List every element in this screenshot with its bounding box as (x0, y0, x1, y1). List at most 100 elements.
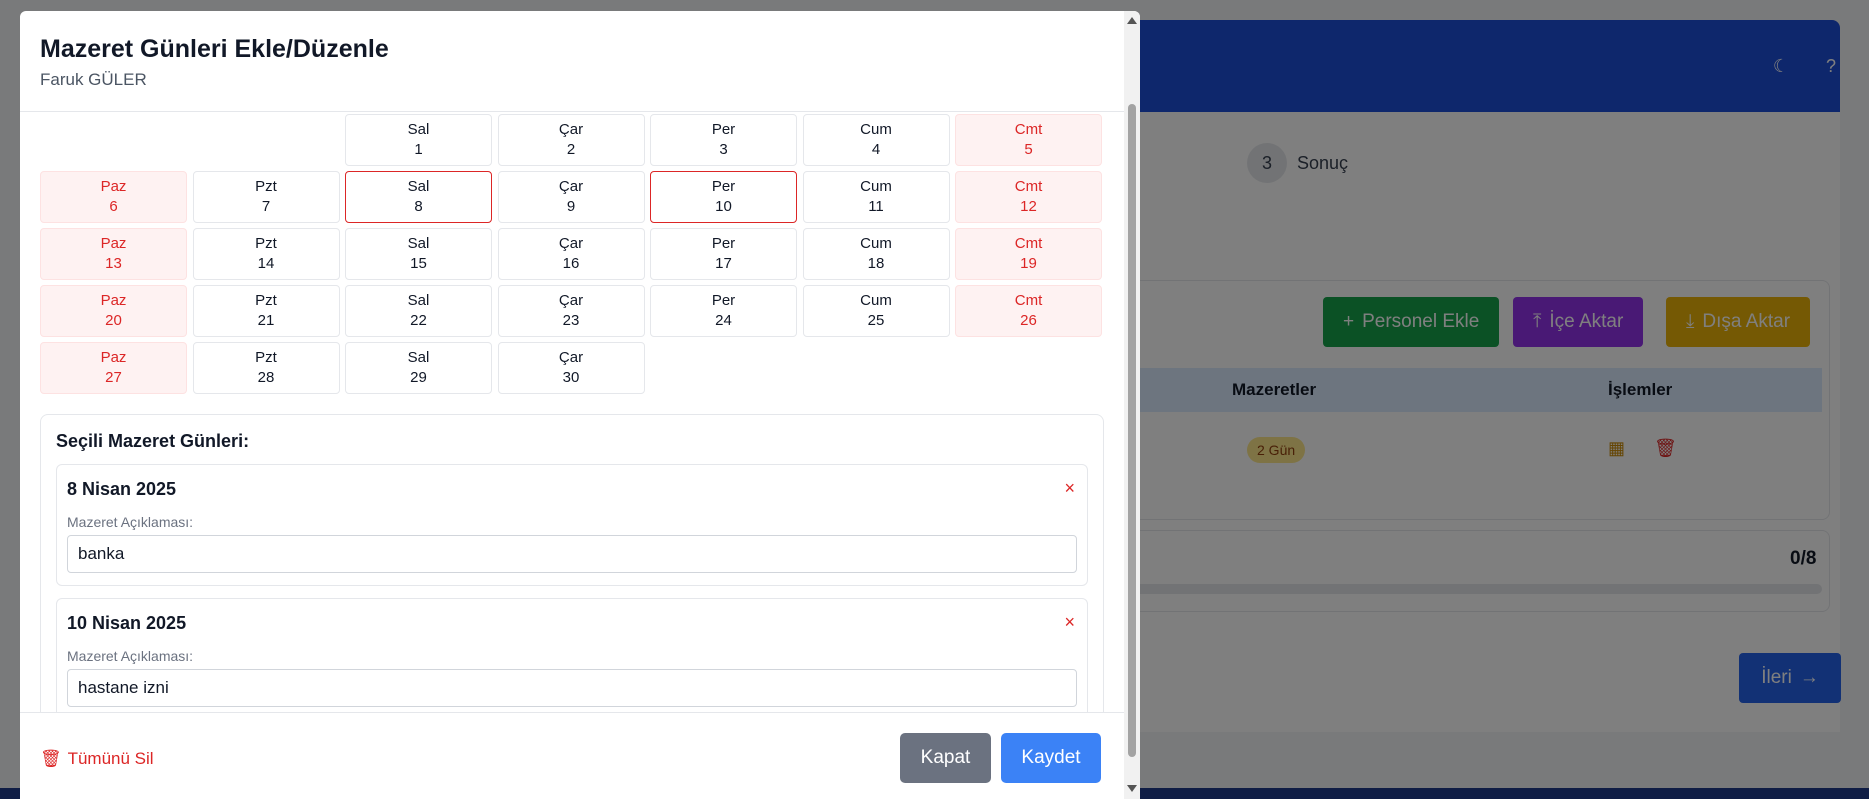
day-name: Pzt (255, 235, 277, 252)
entry-label: Mazeret Açıklaması: (67, 514, 194, 530)
excuse-description-input[interactable] (67, 535, 1077, 573)
calendar-day[interactable]: Pzt 7 (192, 171, 340, 223)
day-name: Sal (407, 121, 430, 138)
calendar-day[interactable]: Per 17 (650, 228, 797, 280)
calendar-day[interactable]: Cmt 5 (955, 114, 1102, 166)
day-number: 7 (261, 198, 271, 215)
day-name: Çar (558, 292, 584, 309)
day-name: Sal (407, 235, 430, 252)
day-name: Cum (860, 292, 892, 309)
calendar-day[interactable]: Sal 29 (345, 342, 492, 394)
day-name: Cum (860, 178, 892, 195)
day-number: 21 (257, 312, 275, 329)
day-number: 22 (410, 312, 427, 329)
day-number: 18 (867, 255, 885, 272)
calendar-grid: Sal 1 Çar 2 Per 3 Cum 4 Cmt 5 Paz 6 Pzt 7 Sal 8 Çar 9 Per 1… (40, 114, 1104, 394)
day-name: Sal (407, 178, 430, 195)
save-button[interactable]: Kaydet (1001, 733, 1101, 783)
calendar-day[interactable]: Per 3 (650, 114, 797, 166)
delete-all-button[interactable]: 🗑 Tümünü Sil (40, 749, 154, 769)
day-name: Çar (558, 121, 584, 138)
calendar-day[interactable]: Çar 2 (497, 114, 645, 166)
modal-scrollbar[interactable] (1124, 11, 1140, 799)
calendar-day[interactable]: Paz 6 (40, 171, 187, 223)
calendar-day[interactable]: Cum 18 (802, 228, 950, 280)
calendar-day[interactable]: Cum 25 (802, 285, 950, 337)
excuse-days-modal: Mazeret Günleri Ekle/Düzenle Faruk GÜLER… (20, 11, 1140, 799)
day-number: 16 (562, 255, 580, 272)
scroll-thumb[interactable] (1128, 104, 1136, 757)
calendar-empty-cell (40, 114, 187, 166)
close-icon[interactable]: × (1064, 478, 1075, 499)
calendar-day[interactable]: Sal 15 (345, 228, 492, 280)
day-number: 25 (867, 312, 885, 329)
day-name: Cmt (1014, 121, 1043, 138)
calendar-day[interactable]: Cmt 12 (955, 171, 1102, 223)
day-number: 12 (1020, 198, 1037, 215)
day-number: 15 (410, 255, 427, 272)
day-name: Çar (558, 235, 584, 252)
calendar-day[interactable]: Per 10 (650, 171, 797, 223)
calendar-day[interactable]: Pzt 14 (192, 228, 340, 280)
modal-header: Mazeret Günleri Ekle/Düzenle Faruk GÜLER (20, 11, 1124, 112)
day-number: 29 (410, 369, 427, 386)
calendar-day[interactable]: Sal 22 (345, 285, 492, 337)
day-name: Çar (558, 178, 584, 195)
day-name: Paz (100, 235, 127, 252)
calendar-day[interactable]: Pzt 28 (192, 342, 340, 394)
calendar-day[interactable]: Sal 1 (345, 114, 492, 166)
modal-subtitle: Faruk GÜLER (40, 70, 147, 89)
day-name: Paz (100, 178, 127, 195)
day-name: Cmt (1014, 292, 1043, 309)
calendar-day[interactable]: Çar 9 (497, 171, 645, 223)
day-name: Sal (407, 349, 430, 366)
day-number: 20 (105, 312, 122, 329)
day-name: Pzt (255, 292, 277, 309)
day-name: Paz (100, 292, 127, 309)
day-number: 19 (1020, 255, 1037, 272)
day-number: 4 (871, 141, 881, 158)
delete-all-label: Tümünü Sil (67, 749, 154, 768)
calendar-day[interactable]: Cum 4 (802, 114, 950, 166)
day-number: 13 (105, 255, 122, 272)
calendar-day[interactable]: Çar 30 (497, 342, 645, 394)
excuse-entry: 10 Nisan 2025 × Mazeret Açıklaması: (56, 598, 1088, 712)
modal-footer: 🗑 Tümünü Sil Kapat Kaydet (20, 712, 1124, 799)
day-name: Pzt (255, 349, 277, 366)
day-number: 3 (719, 141, 728, 158)
calendar-day[interactable]: Çar 16 (497, 228, 645, 280)
calendar-day[interactable]: Paz 27 (40, 342, 187, 394)
day-number: 2 (566, 141, 576, 158)
excuse-description-input[interactable] (67, 669, 1077, 707)
day-name: Cmt (1014, 235, 1043, 252)
day-name: Cum (860, 121, 892, 138)
modal-body[interactable]: Sal 1 Çar 2 Per 3 Cum 4 Cmt 5 Paz 6 Pzt 7 Sal 8 Çar 9 Per 1… (20, 112, 1124, 712)
close-button[interactable]: Kapat (900, 733, 991, 783)
close-icon[interactable]: × (1064, 612, 1075, 633)
calendar-day[interactable]: Per 24 (650, 285, 797, 337)
day-number: 11 (868, 198, 884, 215)
day-number: 24 (715, 312, 732, 329)
day-number: 14 (257, 255, 275, 272)
day-number: 10 (715, 198, 732, 215)
day-number: 9 (566, 198, 576, 215)
scroll-up-arrow-icon[interactable] (1127, 17, 1137, 24)
modal-title: Mazeret Günleri Ekle/Düzenle (40, 35, 389, 63)
calendar-day[interactable]: Sal 8 (345, 171, 492, 223)
calendar-day[interactable]: Cmt 26 (955, 285, 1102, 337)
day-name: Per (711, 235, 736, 252)
entry-date: 10 Nisan 2025 (67, 613, 187, 633)
calendar-day[interactable]: Paz 20 (40, 285, 187, 337)
calendar-day[interactable]: Cmt 19 (955, 228, 1102, 280)
day-number: 5 (1024, 141, 1033, 158)
day-name: Çar (558, 349, 584, 366)
day-name: Cmt (1014, 178, 1043, 195)
day-number: 26 (1020, 312, 1037, 329)
scroll-down-arrow-icon[interactable] (1127, 785, 1137, 792)
day-name: Pzt (255, 178, 277, 195)
calendar-day[interactable]: Çar 23 (497, 285, 645, 337)
day-name: Per (711, 121, 736, 138)
calendar-day[interactable]: Paz 13 (40, 228, 187, 280)
calendar-day[interactable]: Pzt 21 (192, 285, 340, 337)
calendar-day[interactable]: Cum 11 (802, 171, 950, 223)
